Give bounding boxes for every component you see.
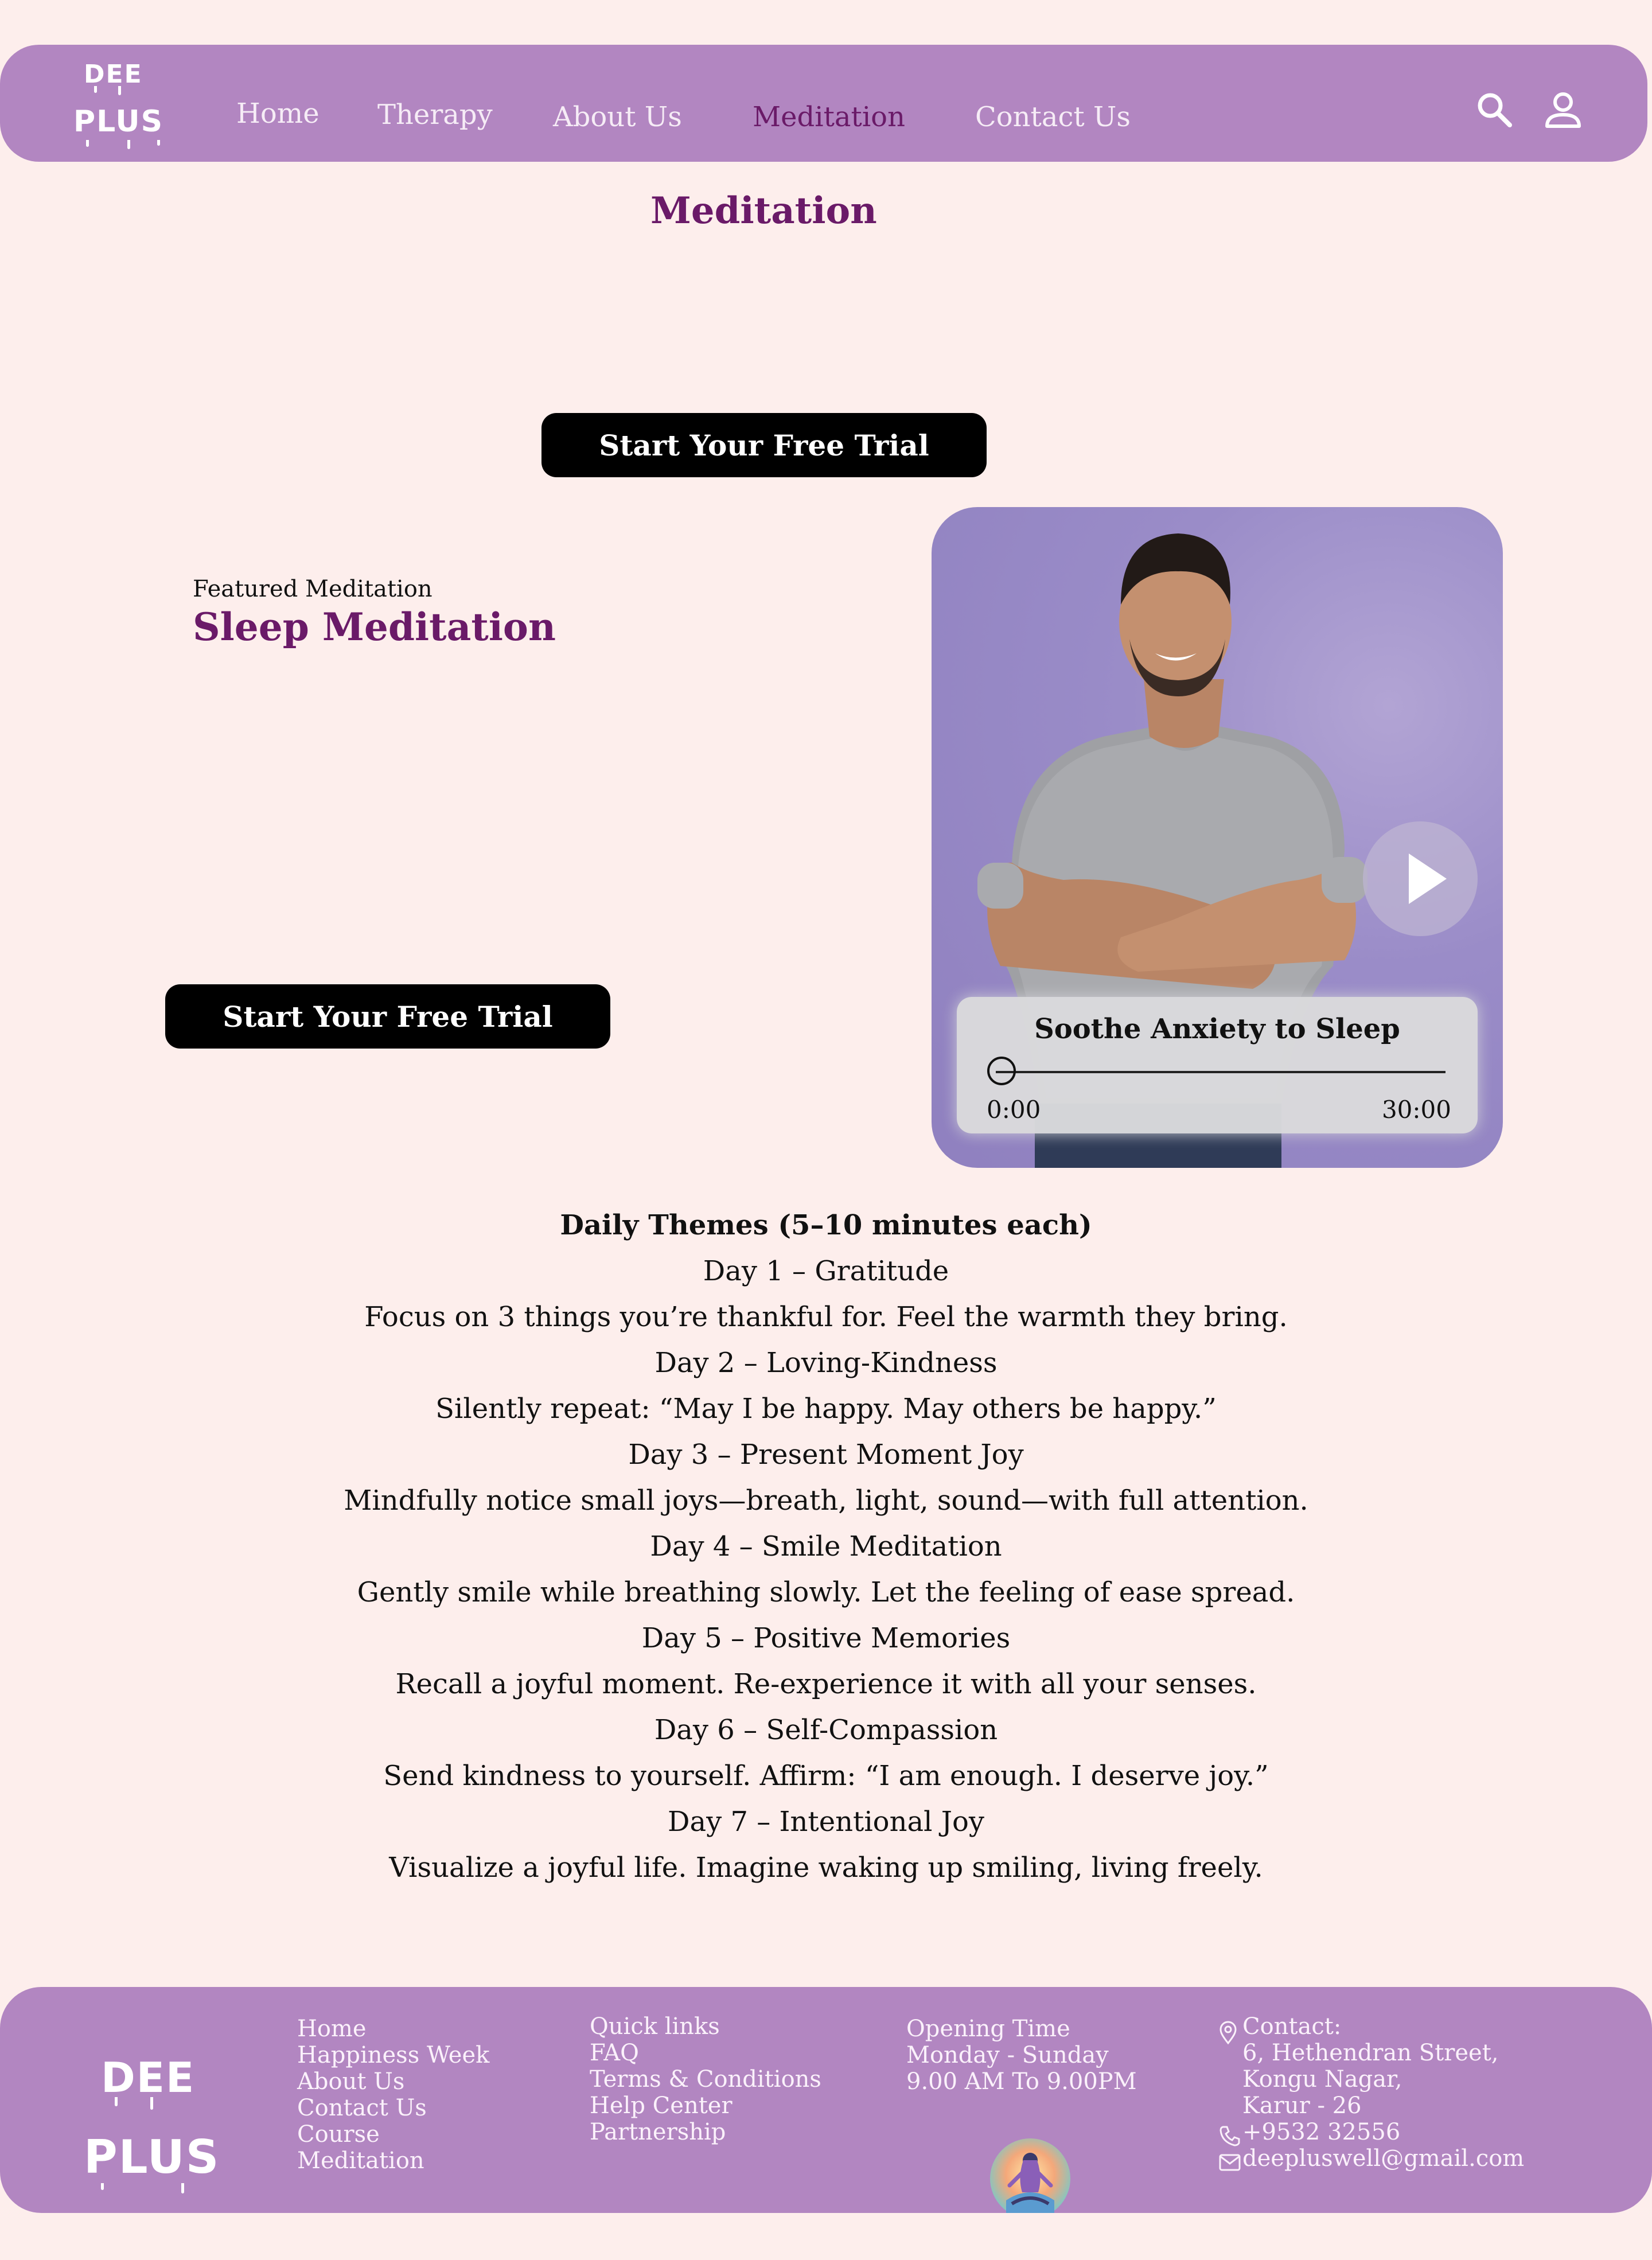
theme-day-2-text: Silently repeat: “May I be happy. May ot… <box>435 1393 1217 1425</box>
featured-kicker: Featured Meditation <box>193 576 433 602</box>
contact-heading: Contact: <box>1242 2013 1342 2040</box>
theme-day-5-title: Day 5 – Positive Memories <box>641 1622 1011 1654</box>
search-icon[interactable] <box>1475 91 1513 128</box>
contact-address-line-2: Kongu Nagar, <box>1242 2066 1402 2093</box>
theme-day-1-title: Day 1 – Gratitude <box>703 1255 949 1287</box>
themes-heading: Daily Themes (5–10 minutes each) <box>560 1209 1092 1241</box>
logo-text-bottom: PLUS <box>73 104 164 139</box>
theme-day-7-title: Day 7 – Intentional Joy <box>668 1806 984 1838</box>
nav-meditation[interactable]: Meditation <box>753 101 905 133</box>
page-title: Meditation <box>650 189 877 232</box>
start-free-trial-button-featured[interactable]: Start Your Free Trial <box>165 984 610 1049</box>
footer-quick-link-4[interactable]: Partnership <box>590 2119 726 2145</box>
logo-text-top: DEE <box>84 60 143 89</box>
theme-day-1-text: Focus on 3 things you’re thankful for. F… <box>364 1301 1288 1333</box>
footer-nav-link-2[interactable]: About Us <box>297 2068 404 2095</box>
footer-nav-link-3[interactable]: Contact Us <box>297 2095 427 2121</box>
theme-day-4-text: Gently smile while breathing slowly. Let… <box>357 1576 1295 1608</box>
nav-contact-us[interactable]: Contact Us <box>975 101 1131 133</box>
audio-player: Soothe Anxiety to Sleep 0:00 30:00 <box>957 997 1478 1133</box>
contact-address-line-3: Karur - 26 <box>1242 2093 1362 2119</box>
nav-about-us[interactable]: About Us <box>553 101 682 133</box>
start-free-trial-button-top[interactable]: Start Your Free Trial <box>541 413 987 477</box>
theme-day-6-text: Send kindness to yourself. Affirm: “I am… <box>383 1760 1269 1792</box>
footer-nav-link-5[interactable]: Meditation <box>297 2148 424 2174</box>
footer-hours-line-1: Monday - Sunday <box>906 2042 1109 2068</box>
theme-day-3-title: Day 3 – Present Moment Joy <box>628 1439 1024 1471</box>
footer-nav-link-4[interactable]: Course <box>297 2121 380 2148</box>
progress-track[interactable] <box>996 1071 1446 1073</box>
contact-email[interactable]: deepluswell@gmail.com <box>1242 2145 1524 2172</box>
play-button[interactable] <box>1363 821 1478 936</box>
mail-icon <box>1219 2154 1241 2171</box>
theme-day-7-text: Visualize a joyful life. Imagine waking … <box>389 1852 1263 1884</box>
user-icon[interactable] <box>1543 89 1583 130</box>
contact-address-line-1: 6, Hethendran Street, <box>1242 2040 1499 2066</box>
theme-day-2-title: Day 2 – Loving-Kindness <box>654 1347 998 1379</box>
footer-logo-top: DEE <box>101 2054 196 2102</box>
meditation-figure-icon <box>990 2138 1070 2213</box>
phone-icon <box>1219 2126 1240 2146</box>
contact-phone[interactable]: +9532 32556 <box>1242 2119 1400 2145</box>
featured-title: Sleep Meditation <box>193 605 556 649</box>
progress-scrubber[interactable] <box>987 1057 1016 1085</box>
footer-quick-link-2[interactable]: Terms & Conditions <box>590 2066 821 2093</box>
footer-logo-bottom: PLUS <box>84 2130 220 2184</box>
footer-quick-link-1[interactable]: FAQ <box>590 2040 639 2066</box>
theme-day-3-text: Mindfully notice small joys—breath, ligh… <box>344 1484 1308 1517</box>
footer-hours-line-0: Opening Time <box>906 2016 1070 2042</box>
theme-day-6-title: Day 6 – Self-Compassion <box>654 1714 998 1746</box>
footer-logo[interactable]: DEE PLUS <box>84 2050 250 2193</box>
footer-quick-link-0[interactable]: Quick links <box>590 2013 720 2040</box>
nav-home[interactable]: Home <box>236 98 320 130</box>
current-time: 0:00 <box>987 1096 1041 1124</box>
footer-quick-link-3[interactable]: Help Center <box>590 2093 733 2119</box>
duration: 30:00 <box>1381 1096 1451 1124</box>
theme-day-5-text: Recall a joyful moment. Re-experience it… <box>395 1668 1257 1700</box>
footer-nav-link-0[interactable]: Home <box>297 2016 367 2042</box>
track-title: Soothe Anxiety to Sleep <box>1034 1013 1400 1045</box>
nav-therapy[interactable]: Therapy <box>377 99 493 131</box>
footer-nav-link-1[interactable]: Happiness Week <box>297 2042 489 2068</box>
brand-logo[interactable]: DEE PLUS <box>71 60 174 149</box>
location-pin-icon <box>1219 2021 1237 2044</box>
footer-hours-line-2: 9.00 AM To 9.00PM <box>906 2068 1137 2095</box>
theme-day-4-title: Day 4 – Smile Meditation <box>650 1530 1002 1562</box>
play-icon <box>1409 854 1447 904</box>
